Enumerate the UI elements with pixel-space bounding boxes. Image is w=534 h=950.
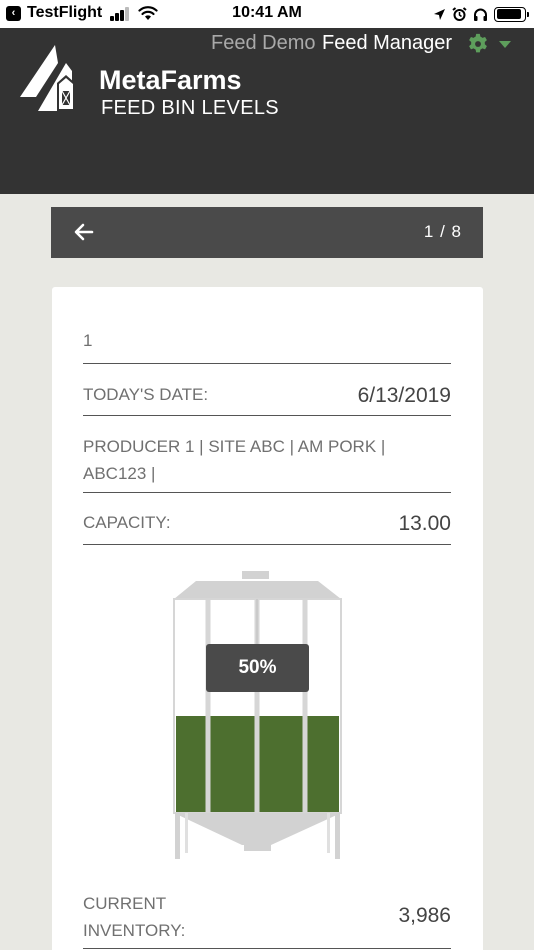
chevron-down-icon[interactable] (499, 41, 511, 48)
feed-bin-gauge: 50% (172, 569, 347, 865)
nav-feed-manager[interactable]: Feed Manager (322, 32, 452, 55)
bin-id-row: 1 (83, 325, 451, 364)
alarm-icon (452, 6, 467, 21)
capacity-label: CAPACITY: (83, 513, 171, 532)
status-bar: ‹ TestFlight 10:41 AM (0, 0, 534, 28)
status-icons (433, 5, 529, 23)
app-header: MetaFarms FEED BIN LEVELS Feed Demo Feed… (0, 28, 534, 194)
inventory-label: CURRENT INVENTORY: (83, 894, 186, 940)
location-row: PRODUCER 1 | SITE ABC | AM PORK | ABC123… (83, 430, 451, 493)
inventory-row: CURRENT INVENTORY: 3,986 (83, 887, 451, 949)
date-label: TODAY'S DATE: (83, 385, 209, 404)
location-arrow-icon (434, 8, 445, 20)
capacity-row: CAPACITY: 13.00 (83, 509, 451, 545)
inventory-value: 3,986 (398, 904, 451, 927)
date-value: 6/13/2019 (357, 384, 451, 407)
metafarms-logo-icon (20, 45, 75, 111)
feed-bin-graphic (173, 571, 342, 859)
page-title: FEED BIN LEVELS (101, 97, 279, 119)
bin-pager: 1 / 8 (51, 207, 483, 258)
headphones-icon (474, 8, 487, 21)
pager-position: 1 / 8 (423, 222, 462, 241)
back-arrow-icon[interactable] (73, 221, 95, 243)
nav-feed-demo[interactable]: Feed Demo (211, 32, 316, 55)
location-text: PRODUCER 1 | SITE ABC | AM PORK | ABC123… (83, 437, 386, 483)
settings-gear-icon[interactable] (467, 33, 489, 55)
bin-id: 1 (83, 331, 93, 350)
bin-detail-card: 1 TODAY'S DATE: 6/13/2019 PRODUCER 1 | S… (52, 287, 483, 950)
battery-icon (494, 6, 529, 22)
date-row: TODAY'S DATE: 6/13/2019 (83, 379, 451, 416)
capacity-value: 13.00 (398, 512, 451, 535)
brand-name: MetaFarms (99, 65, 242, 95)
fill-percent-badge: 50% (206, 644, 309, 692)
